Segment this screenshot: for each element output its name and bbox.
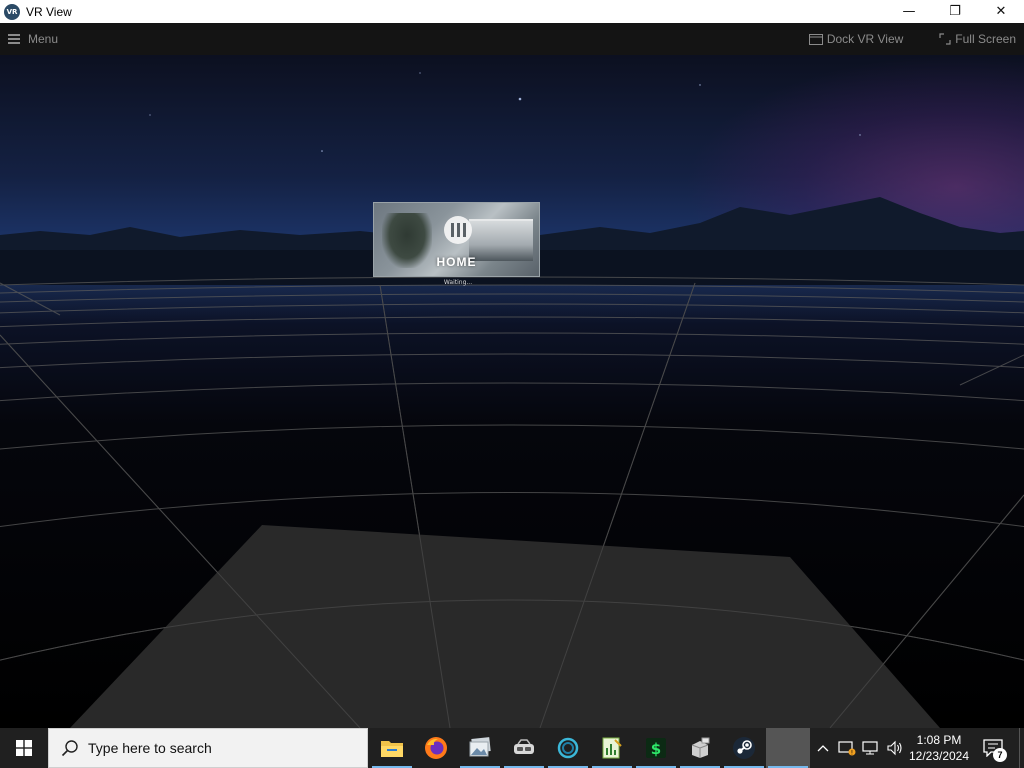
windows-logo-icon bbox=[16, 740, 32, 756]
play-area-floor bbox=[70, 525, 940, 728]
notepad-chart-icon bbox=[602, 737, 622, 759]
restore-icon: ❐ bbox=[949, 4, 961, 19]
start-button[interactable] bbox=[0, 728, 48, 768]
clock-time: 1:08 PM bbox=[916, 733, 962, 747]
notification-count-badge: 7 bbox=[993, 748, 1007, 762]
home-logo-icon bbox=[444, 216, 472, 244]
stars bbox=[149, 72, 861, 152]
taskbar-search-box[interactable] bbox=[48, 728, 368, 768]
window-title: VR View bbox=[26, 4, 72, 19]
title-bar: VR VR View — ❐ ✕ bbox=[0, 0, 1024, 23]
full-screen-label: Full Screen bbox=[955, 32, 1016, 46]
close-icon: ✕ bbox=[995, 4, 1007, 19]
taskbar-app-dollar[interactable]: $ bbox=[634, 728, 678, 768]
search-icon bbox=[61, 740, 78, 757]
blank-app-icon bbox=[768, 728, 808, 768]
chevron-up-icon bbox=[817, 745, 829, 752]
taskbar-clock[interactable]: 1:08 PM 12/23/2024 bbox=[906, 732, 972, 764]
steamvr-home-card[interactable]: HOME bbox=[373, 202, 540, 277]
vr-headset-icon bbox=[514, 739, 534, 754]
search-input[interactable] bbox=[88, 740, 328, 756]
taskbar-app-firefox[interactable] bbox=[414, 728, 458, 768]
taskbar-app-vr-view-active[interactable] bbox=[766, 728, 810, 768]
minimize-button[interactable]: — bbox=[886, 0, 932, 23]
vr-viewport[interactable]: HOME Waiting... bbox=[0, 55, 1024, 728]
restore-button[interactable]: ❐ bbox=[932, 0, 978, 23]
view-tools: Dock VR View Full Screen bbox=[773, 23, 1016, 55]
home-status-text: Waiting... bbox=[443, 279, 473, 286]
file-explorer-icon bbox=[381, 741, 403, 757]
tray-app-alert[interactable]: ! bbox=[836, 728, 858, 768]
home-card-label: HOME bbox=[436, 255, 477, 269]
taskbar: $ ! 1:08 PM 12/23/2024 7 bbox=[0, 728, 1024, 768]
app-icon-text: VR bbox=[6, 7, 18, 16]
notification-center-button[interactable]: 7 bbox=[976, 728, 1010, 768]
network-icon bbox=[862, 741, 878, 755]
minimize-icon: — bbox=[902, 4, 916, 19]
speaker-icon bbox=[887, 740, 902, 756]
menu-button[interactable]: Menu bbox=[8, 23, 58, 55]
steam-icon bbox=[733, 737, 755, 759]
taskbar-app-circle[interactable] bbox=[546, 728, 590, 768]
window-controls: — ❐ ✕ bbox=[886, 0, 1024, 23]
expand-icon bbox=[939, 33, 951, 45]
menu-label: Menu bbox=[28, 32, 59, 46]
full-screen-button[interactable]: Full Screen bbox=[939, 32, 1016, 46]
vr-environment bbox=[0, 72, 1024, 728]
show-desktop-button[interactable] bbox=[1019, 728, 1024, 768]
tray-overflow-button[interactable] bbox=[812, 728, 834, 768]
taskbar-app-file-explorer[interactable] bbox=[370, 728, 414, 768]
dock-icon bbox=[808, 33, 823, 45]
close-button[interactable]: ✕ bbox=[978, 0, 1024, 23]
taskbar-app-steam[interactable] bbox=[722, 728, 766, 768]
menu-bar: Menu Dock VR View Full Screen bbox=[0, 23, 1024, 55]
taskbar-app-photos[interactable] bbox=[458, 728, 502, 768]
tray-network[interactable] bbox=[860, 728, 882, 768]
dock-label: Dock VR View bbox=[826, 32, 904, 46]
taskbar-app-vr-headset[interactable] bbox=[502, 728, 546, 768]
dollar-icon: $ bbox=[646, 738, 666, 758]
taskbar-app-vr-box[interactable] bbox=[678, 728, 722, 768]
tray-volume[interactable] bbox=[884, 728, 906, 768]
clock-date: 12/23/2024 bbox=[908, 749, 970, 763]
steamvr-app-icon: VR bbox=[4, 3, 20, 20]
taskbar-app-notepad-chart[interactable] bbox=[590, 728, 634, 768]
hamburger-icon bbox=[8, 34, 20, 44]
vr-box-icon bbox=[691, 737, 710, 758]
dock-vr-view-button[interactable]: Dock VR View bbox=[808, 32, 904, 46]
svg-text:!: ! bbox=[851, 750, 853, 757]
svg-text:$: $ bbox=[651, 740, 661, 758]
photos-icon bbox=[469, 737, 491, 757]
app-alert-icon: ! bbox=[838, 741, 856, 757]
firefox-icon bbox=[425, 737, 447, 759]
ring-app-icon bbox=[557, 737, 579, 759]
